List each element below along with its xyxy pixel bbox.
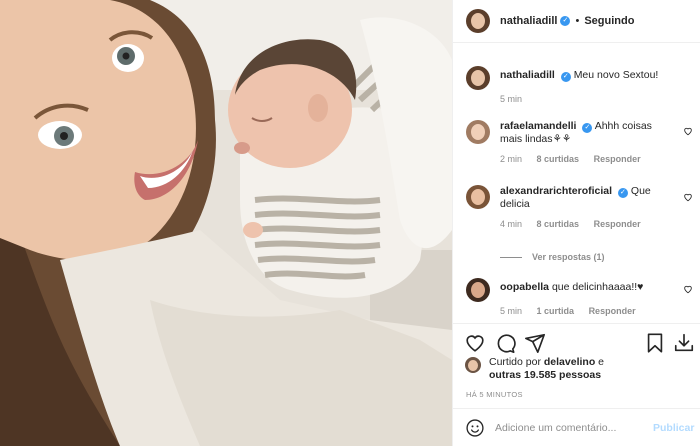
header-username[interactable]: nathaliadill <box>500 15 557 27</box>
caption-text: Meu novo Sextou! <box>573 69 659 81</box>
reply-button[interactable]: Responder <box>589 306 636 316</box>
post-photo-illustration <box>0 0 452 446</box>
caption: nathaliadill ✓ Meu novo Sextou! 5 min <box>466 66 694 104</box>
caption-time[interactable]: 5 min <box>500 94 522 104</box>
comment-username[interactable]: oopabella <box>500 281 549 293</box>
comment-username[interactable]: rafaelamandelli <box>500 120 576 132</box>
reply-button[interactable]: Responder <box>594 219 641 229</box>
verified-badge-icon: ✓ <box>617 188 628 198</box>
caption-username[interactable]: nathaliadill <box>500 69 555 81</box>
header-separator: • <box>575 15 580 27</box>
divider <box>500 256 522 258</box>
download-icon[interactable] <box>673 332 695 354</box>
post-side-panel: nathaliadill ✓ • Seguindo nathaliadill ✓… <box>452 0 700 446</box>
heart-icon[interactable] <box>683 126 693 136</box>
avatar[interactable] <box>466 66 490 90</box>
instagram-post: nathaliadill ✓ • Seguindo nathaliadill ✓… <box>0 0 700 446</box>
comment-username[interactable]: alexandrarichteroficial <box>500 185 612 197</box>
heart-icon[interactable] <box>464 332 486 354</box>
comments-list[interactable]: nathaliadill ✓ Meu novo Sextou! 5 min ra… <box>453 44 700 324</box>
emoji-icon[interactable] <box>465 418 485 438</box>
comment-time[interactable]: 2 min <box>500 154 522 164</box>
reply-button[interactable]: Responder <box>594 154 641 164</box>
comment-time[interactable]: 5 min <box>500 306 522 316</box>
share-icon[interactable] <box>524 332 546 354</box>
avatar[interactable] <box>466 120 490 144</box>
action-bar <box>453 323 700 359</box>
heart-icon[interactable] <box>683 192 693 202</box>
liked-by-prefix: Curtido por <box>489 356 541 368</box>
comment-likes[interactable]: 1 curtida <box>537 306 575 316</box>
comment-text: que delicinhaaaa!!♥ <box>551 281 644 293</box>
comment-likes[interactable]: 8 curtidas <box>537 154 580 164</box>
avatar[interactable] <box>465 357 481 373</box>
heart-icon[interactable] <box>683 284 693 294</box>
comment-item: alexandrarichteroficial ✓ Que delicia 4 … <box>466 185 694 229</box>
liked-by-middle: e <box>598 356 604 368</box>
comment-icon[interactable] <box>494 332 516 354</box>
verified-badge-icon: ✓ <box>560 72 571 82</box>
avatar[interactable] <box>466 278 490 302</box>
post-header: nathaliadill ✓ • Seguindo <box>453 0 700 43</box>
bookmark-icon[interactable] <box>644 332 666 354</box>
post-photo[interactable] <box>0 0 452 446</box>
comment-input[interactable] <box>495 421 645 434</box>
publish-button[interactable]: Publicar <box>653 422 694 434</box>
verified-badge-icon: ✓ <box>582 123 593 133</box>
comment-time[interactable]: 4 min <box>500 219 522 229</box>
comment-likes[interactable]: 8 curtidas <box>537 219 580 229</box>
liked-by-others[interactable]: outras 19.585 pessoas <box>489 369 601 381</box>
view-replies-label: Ver respostas (1) <box>532 252 605 262</box>
comment-item: oopabella que delicinhaaaa!!♥ 5 min 1 cu… <box>466 278 694 316</box>
avatar[interactable] <box>466 185 490 209</box>
view-replies-button[interactable]: Ver respostas (1) <box>500 252 605 262</box>
verified-badge-icon: ✓ <box>560 16 571 26</box>
avatar[interactable] <box>466 9 490 33</box>
liked-by: Curtido por delavelino e outras 19.585 p… <box>465 356 604 382</box>
post-timestamp[interactable]: HÁ 5 MINUTOS <box>466 390 523 399</box>
following-button[interactable]: Seguindo <box>584 15 634 27</box>
add-comment-bar: Publicar <box>453 408 700 446</box>
liked-by-user[interactable]: delavelino <box>544 356 595 368</box>
comment-item: rafaelamandelli ✓ Ahhh coisas mais linda… <box>466 120 694 164</box>
